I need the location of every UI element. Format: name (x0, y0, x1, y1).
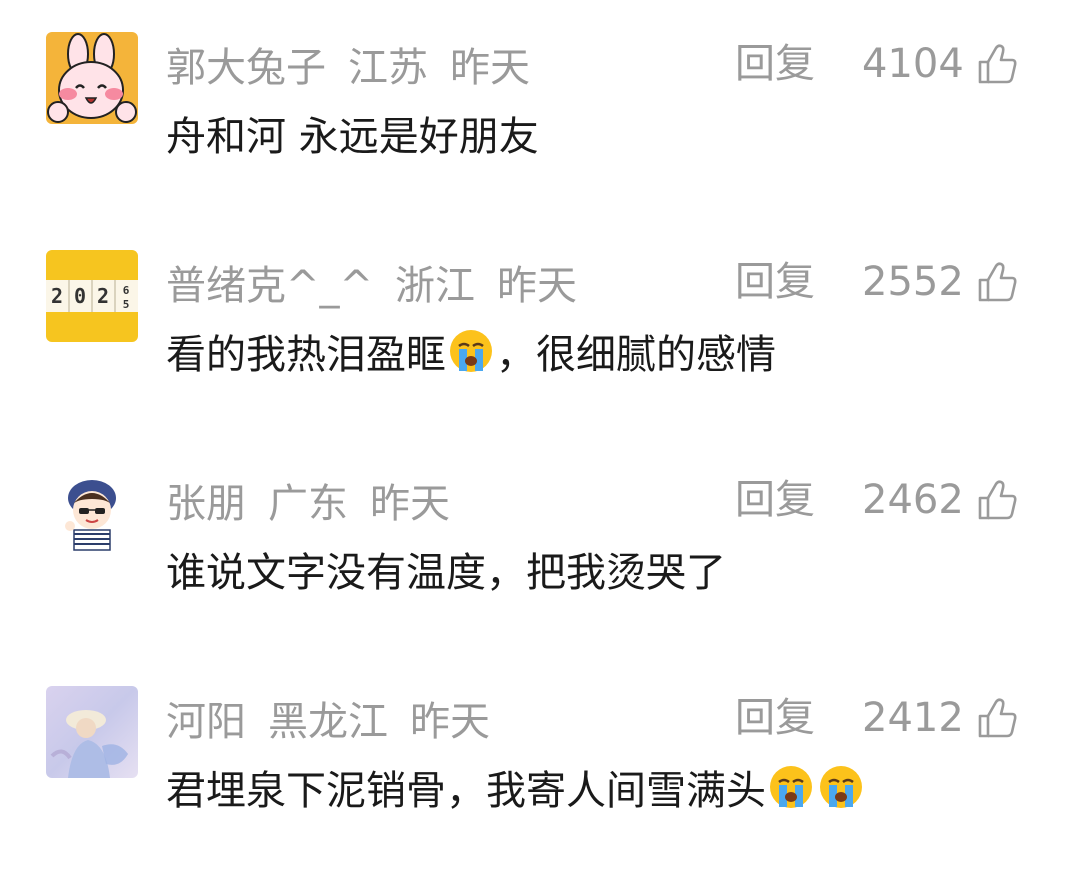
location: 广东 (268, 481, 348, 527)
comment-text-part: ，很细腻的感情 (496, 332, 776, 378)
comment-item: 2 0 2 6 5 普绪克^_^ 浙江 昨天 回复 2552 看的我热泪盈眶 ，… (0, 250, 1080, 450)
calendar-2025-avatar-image: 2 0 2 6 5 (46, 250, 138, 342)
thumbs-up-icon (978, 262, 1017, 302)
reply-button[interactable]: 回复 (735, 36, 815, 92)
crying-face-icon (767, 763, 815, 811)
like-button[interactable]: 2462 (862, 472, 1020, 528)
timestamp: 昨天 (370, 481, 450, 527)
like-button[interactable]: 4104 (862, 36, 1020, 92)
comment-text: 君埋泉下泥销骨，我寄人间雪满头 (166, 756, 866, 818)
timestamp: 昨天 (497, 263, 578, 309)
bunny-avatar-image (46, 32, 138, 124)
painting-avatar-image (46, 686, 138, 778)
crying-face-icon (817, 763, 865, 811)
comment-text-part: 看的我热泪盈眶 (166, 332, 446, 378)
comment-meta: 郭大兔子 江苏 昨天 (166, 36, 530, 92)
comment-text-part: 谁说文字没有温度，把我烫哭了 (166, 550, 726, 596)
like-count: 2412 (862, 695, 964, 741)
username[interactable]: 郭大兔子 (166, 35, 326, 93)
svg-text:0: 0 (74, 284, 86, 308)
thumbs-up-icon (978, 480, 1017, 520)
username[interactable]: 张朋 (166, 471, 246, 529)
thumbs-up-icon (978, 44, 1017, 84)
like-count: 2552 (862, 259, 964, 305)
avatar[interactable] (46, 686, 138, 778)
avatar[interactable] (46, 468, 138, 560)
svg-text:6: 6 (123, 284, 130, 297)
like-count: 4104 (862, 41, 964, 87)
comment-text: 谁说文字没有温度，把我烫哭了 (166, 538, 726, 600)
crying-face-icon (447, 327, 495, 375)
reply-button[interactable]: 回复 (735, 254, 815, 310)
avatar[interactable] (46, 32, 138, 124)
timestamp: 昨天 (450, 45, 530, 91)
location: 浙江 (395, 263, 476, 309)
like-button[interactable]: 2412 (862, 690, 1020, 746)
svg-text:2: 2 (51, 284, 63, 308)
username[interactable]: 河阳 (166, 689, 246, 747)
location: 黑龙江 (268, 699, 388, 745)
comment-text: 舟和河 永远是好朋友 (166, 102, 539, 164)
svg-text:2: 2 (97, 284, 109, 308)
like-count: 2462 (862, 477, 964, 523)
comment-text: 看的我热泪盈眶 ，很细腻的感情 (166, 320, 776, 382)
comment-item: 郭大兔子 江苏 昨天 回复 4104 舟和河 永远是好朋友 (0, 32, 1080, 232)
comment-text-part: 舟和河 永远是好朋友 (166, 114, 539, 160)
location: 江苏 (348, 45, 428, 91)
comment-meta: 张朋 广东 昨天 (166, 472, 450, 528)
reply-button[interactable]: 回复 (735, 690, 815, 746)
comment-item: 河阳 黑龙江 昨天 回复 2412 君埋泉下泥销骨，我寄人间雪满头 (0, 686, 1080, 886)
svg-text:5: 5 (123, 298, 130, 311)
username[interactable]: 普绪克^_^ (166, 253, 373, 311)
avatar[interactable]: 2 0 2 6 5 (46, 250, 138, 342)
like-button[interactable]: 2552 (862, 254, 1020, 310)
cartoon-boy-avatar-image (46, 468, 138, 560)
comment-item: 张朋 广东 昨天 回复 2462 谁说文字没有温度，把我烫哭了 (0, 468, 1080, 668)
comment-meta: 河阳 黑龙江 昨天 (166, 690, 490, 746)
comment-meta: 普绪克^_^ 浙江 昨天 (166, 254, 577, 310)
timestamp: 昨天 (410, 699, 490, 745)
thumbs-up-icon (978, 698, 1017, 738)
reply-button[interactable]: 回复 (735, 472, 815, 528)
comment-text-part: 君埋泉下泥销骨，我寄人间雪满头 (166, 768, 766, 814)
